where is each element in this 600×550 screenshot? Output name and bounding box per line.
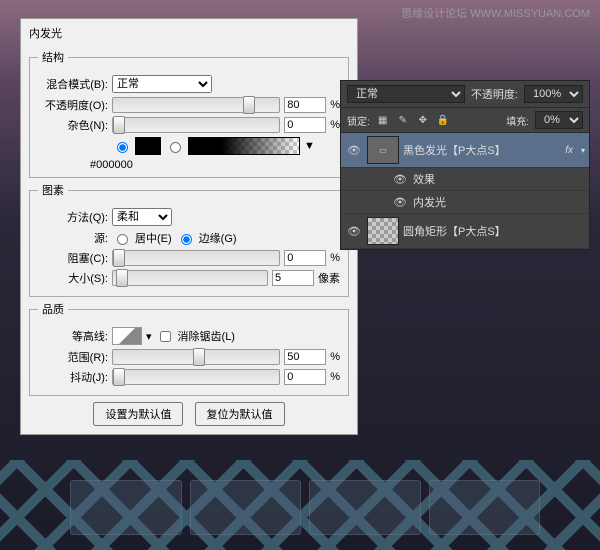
- visibility-icon[interactable]: 👁: [345, 144, 363, 157]
- fill-label: 填充:: [506, 113, 529, 128]
- effects-label: 效果: [413, 171, 435, 187]
- dropdown-icon[interactable]: ▼: [304, 140, 315, 152]
- choke-input[interactable]: [284, 250, 326, 266]
- range-slider[interactable]: [112, 349, 280, 365]
- jitter-input[interactable]: [284, 369, 326, 385]
- edge-radio[interactable]: [181, 234, 192, 245]
- choke-slider[interactable]: [112, 250, 280, 266]
- opacity-input[interactable]: [284, 97, 326, 113]
- quality-group: 品质 等高线: ▾ 消除锯齿(L) 范围(R): % 抖动(J): %: [29, 301, 349, 396]
- structure-legend: 结构: [38, 49, 68, 65]
- dialog-title: 内发光: [29, 23, 349, 45]
- dropdown-icon[interactable]: ▾: [146, 330, 152, 343]
- visibility-icon[interactable]: 👁: [391, 196, 409, 209]
- elements-group: 图素 方法(Q): 柔和 源: 居中(E) 边缘(G) 阻塞(C): % 大小(…: [29, 182, 349, 297]
- blend-mode-label: 混合模式(B):: [38, 76, 108, 92]
- fx-badge[interactable]: fx: [565, 145, 577, 156]
- px-label: 像素: [318, 270, 340, 286]
- center-radio[interactable]: [117, 234, 128, 245]
- layer-name[interactable]: 黑色发光【P大点S】: [403, 142, 561, 158]
- effects-row[interactable]: 👁 效果: [341, 168, 589, 191]
- layer-row[interactable]: 👁 圆角矩形【P大点S】: [341, 214, 589, 249]
- range-label: 范围(R):: [38, 349, 108, 365]
- size-label: 大小(S):: [38, 270, 108, 286]
- size-slider[interactable]: [112, 270, 268, 286]
- method-label: 方法(Q):: [38, 209, 108, 225]
- method-select[interactable]: 柔和: [112, 208, 172, 226]
- size-input[interactable]: [272, 270, 314, 286]
- center-label: 居中(E): [135, 230, 172, 246]
- inner-glow-label: 内发光: [413, 194, 446, 210]
- color-swatch[interactable]: [135, 137, 161, 155]
- hex-value: #000000: [90, 159, 340, 171]
- opacity-label: 不透明度(O):: [38, 97, 108, 113]
- antialias-label: 消除锯齿(L): [178, 328, 235, 344]
- quality-legend: 品质: [38, 301, 68, 317]
- edge-label: 边缘(G): [199, 230, 237, 246]
- source-label: 源:: [38, 230, 108, 246]
- reset-default-button[interactable]: 复位为默认值: [195, 402, 285, 426]
- layer-thumbnail[interactable]: [367, 217, 399, 245]
- gradient-picker[interactable]: [188, 137, 300, 155]
- watermark: 思缘设计论坛 WWW.MISSYUAN.COM: [401, 5, 590, 21]
- contour-picker[interactable]: [112, 327, 142, 345]
- blend-mode-select[interactable]: 正常: [112, 75, 212, 93]
- lock-position-icon[interactable]: ✥: [416, 113, 430, 127]
- layer-opacity-select[interactable]: 100%: [524, 85, 583, 103]
- pct-label: %: [330, 119, 340, 131]
- inner-glow-row[interactable]: 👁 内发光: [341, 191, 589, 214]
- elements-legend: 图素: [38, 182, 68, 198]
- lock-brush-icon[interactable]: ✎: [396, 113, 410, 127]
- color-radio[interactable]: [117, 142, 128, 153]
- noise-label: 杂色(N):: [38, 117, 108, 133]
- lock-label: 锁定:: [347, 113, 370, 128]
- jitter-label: 抖动(J):: [38, 369, 108, 385]
- pct-label: %: [330, 252, 340, 264]
- choke-label: 阻塞(C):: [38, 250, 108, 266]
- opacity-slider[interactable]: [112, 97, 280, 113]
- pct-label: %: [330, 371, 340, 383]
- jitter-slider[interactable]: [112, 369, 280, 385]
- structure-group: 结构 混合模式(B): 正常 不透明度(O): % 杂色(N): % ▼ #00…: [29, 49, 349, 178]
- layer-thumbnail[interactable]: ▭: [367, 136, 399, 164]
- fill-select[interactable]: 0%: [535, 111, 583, 129]
- layers-panel: 正常 不透明度: 100% 锁定: ▦ ✎ ✥ 🔒 填充: 0% 👁 ▭ 黑色发…: [340, 80, 590, 250]
- noise-input[interactable]: [284, 117, 326, 133]
- inner-glow-dialog: 内发光 结构 混合模式(B): 正常 不透明度(O): % 杂色(N): % ▼…: [20, 18, 358, 435]
- noise-slider[interactable]: [112, 117, 280, 133]
- gradient-radio[interactable]: [170, 142, 181, 153]
- pct-label: %: [330, 99, 340, 111]
- visibility-icon[interactable]: 👁: [345, 225, 363, 238]
- visibility-icon[interactable]: 👁: [391, 173, 409, 186]
- set-default-button[interactable]: 设置为默认值: [93, 402, 183, 426]
- layer-blend-select[interactable]: 正常: [347, 85, 465, 103]
- range-input[interactable]: [284, 349, 326, 365]
- contour-label: 等高线:: [38, 328, 108, 344]
- layer-opacity-label: 不透明度:: [471, 86, 518, 102]
- chevron-down-icon[interactable]: ▾: [581, 146, 585, 155]
- layer-row[interactable]: 👁 ▭ 黑色发光【P大点S】 fx ▾: [341, 133, 589, 168]
- layer-name[interactable]: 圆角矩形【P大点S】: [403, 223, 585, 239]
- lock-all-icon[interactable]: 🔒: [436, 113, 450, 127]
- antialias-checkbox[interactable]: [160, 331, 171, 342]
- pct-label: %: [330, 351, 340, 363]
- lock-transparency-icon[interactable]: ▦: [376, 113, 390, 127]
